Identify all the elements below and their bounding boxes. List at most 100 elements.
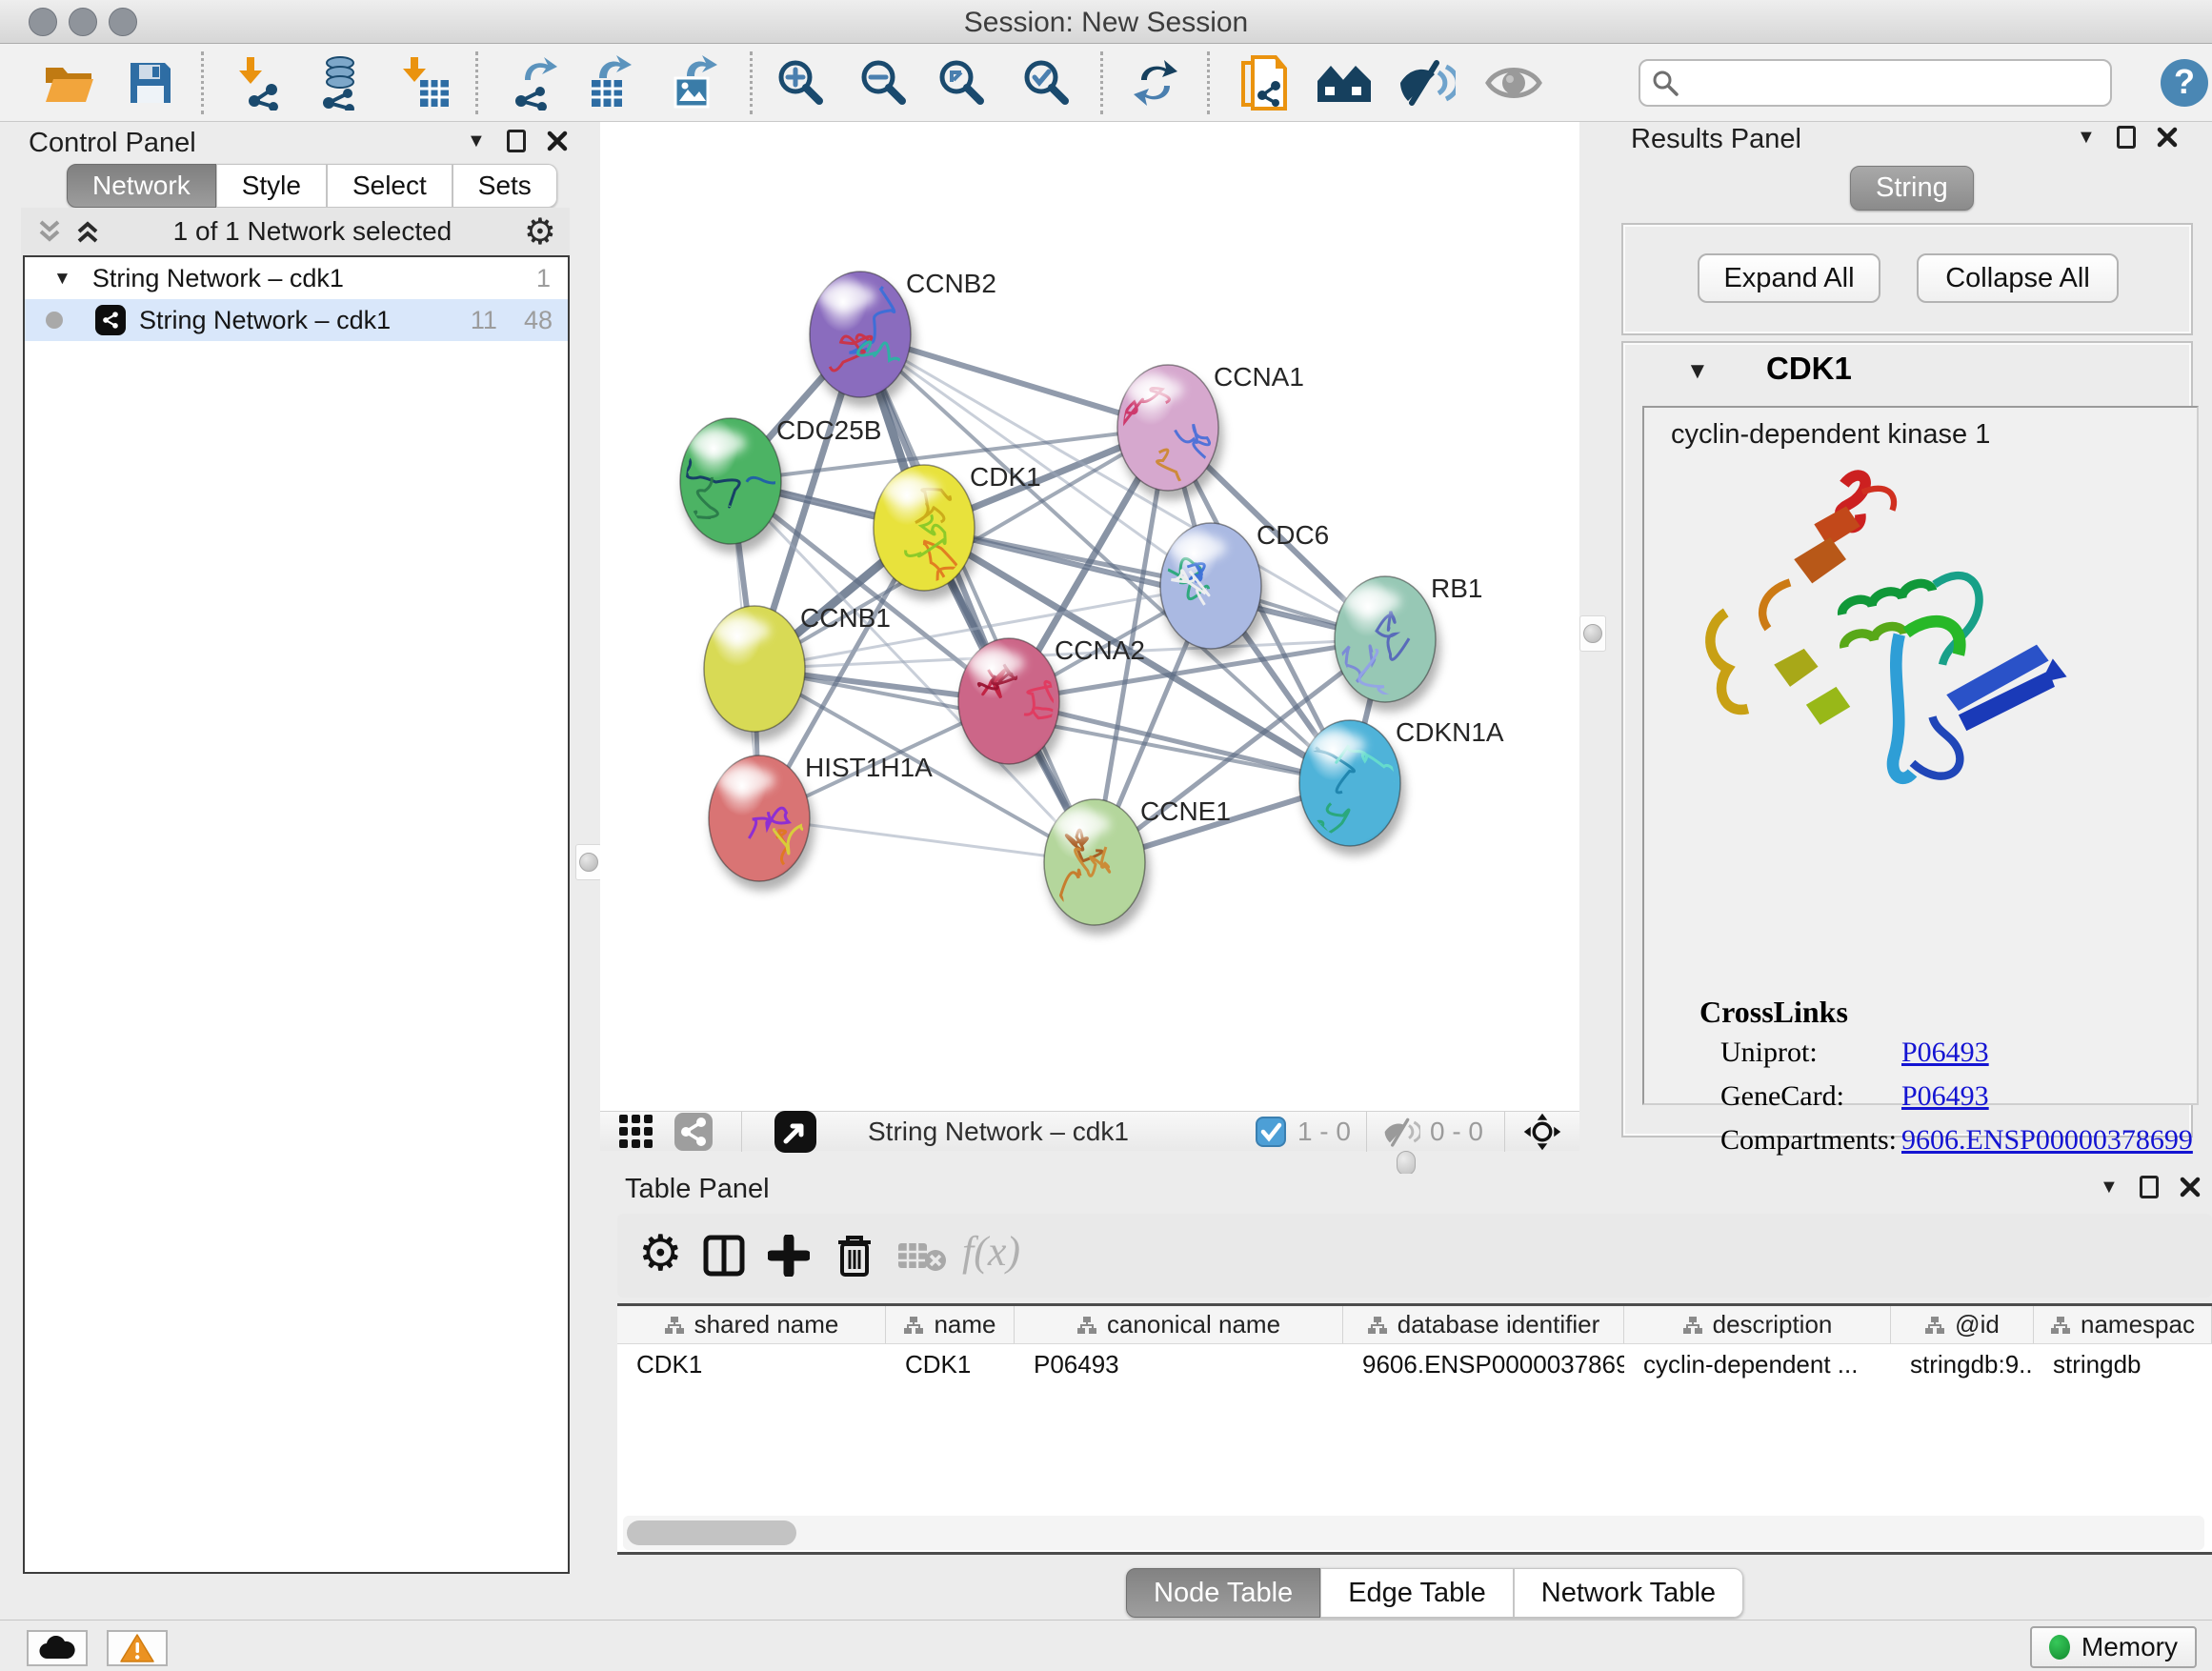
left-splitter-handle[interactable]	[575, 844, 602, 880]
close-panel-icon[interactable]	[2180, 1177, 2201, 1198]
table-toolbar: ⚙ f(x)	[617, 1214, 2212, 1298]
birdseye-view-icon[interactable]	[773, 1109, 818, 1155]
horizontal-scrollbar[interactable]	[623, 1516, 2204, 1550]
columns-icon[interactable]	[703, 1235, 745, 1277]
refresh-icon[interactable]	[1125, 52, 1186, 113]
svg-text:CDK1: CDK1	[970, 462, 1041, 492]
close-panel-icon[interactable]	[2157, 127, 2178, 148]
right-splitter-handle[interactable]	[1579, 615, 1606, 652]
search-input[interactable]	[1688, 68, 2110, 99]
collapse-collection-icon[interactable]: ▼	[53, 270, 71, 288]
column-header[interactable]: shared name	[617, 1306, 886, 1343]
crosslink-label: Uniprot:	[1720, 1037, 1901, 1069]
toolbar-separator	[1100, 51, 1103, 114]
expand-all-button[interactable]: Expand All	[1698, 253, 1880, 303]
delete-icon[interactable]	[835, 1233, 875, 1278]
svg-text:CCNE1: CCNE1	[1140, 796, 1231, 826]
crosslink-link[interactable]: 9606.ENSP00000378699	[1901, 1124, 2193, 1157]
crosslink-link[interactable]: P06493	[1901, 1080, 1989, 1113]
network-label: String Network – cdk1	[139, 306, 391, 335]
maximize-panel-icon[interactable]	[2140, 1176, 2159, 1198]
share-view-icon[interactable]	[673, 1111, 714, 1153]
tab-network-table[interactable]: Network Table	[1514, 1568, 1743, 1618]
zoom-selected-icon[interactable]	[1016, 52, 1077, 113]
import-network-icon[interactable]	[229, 52, 290, 113]
column-header[interactable]: name	[886, 1306, 1015, 1343]
collapse-gene-icon[interactable]: ▼	[1686, 360, 1709, 383]
zoom-out-icon[interactable]	[854, 52, 915, 113]
home-icon[interactable]	[1314, 52, 1375, 113]
maximize-panel-icon[interactable]	[2117, 126, 2136, 149]
network-selected-status: 1 of 1 Network selected	[101, 216, 524, 247]
crosslink-row: GeneCard:P06493	[1720, 1080, 1989, 1113]
tab-network[interactable]: Network	[67, 164, 216, 208]
tab-edge-table[interactable]: Edge Table	[1320, 1568, 1514, 1618]
warning-button[interactable]	[107, 1630, 168, 1666]
delete-table-icon[interactable]	[897, 1240, 947, 1273]
column-header[interactable]: @id	[1891, 1306, 2034, 1343]
collapse-all-button[interactable]: Collapse All	[1917, 253, 2119, 303]
zoom-fit-icon[interactable]	[932, 52, 993, 113]
selected-checkbox[interactable]	[1256, 1117, 1286, 1147]
collection-count: 1	[536, 264, 551, 293]
open-session-icon[interactable]	[38, 52, 99, 113]
zoom-in-icon[interactable]	[771, 52, 832, 113]
crosshair-icon[interactable]	[1522, 1112, 1562, 1152]
main-toolbar: ?	[0, 44, 2212, 122]
tab-node-table[interactable]: Node Table	[1126, 1568, 1320, 1618]
collapse-all-icon[interactable]	[36, 218, 63, 245]
hidden-eye-icon[interactable]	[1382, 1116, 1420, 1148]
import-network-from-database-icon[interactable]	[309, 52, 370, 113]
column-header[interactable]: canonical name	[1015, 1306, 1343, 1343]
maximize-panel-icon[interactable]	[507, 130, 526, 152]
expand-all-icon[interactable]	[74, 218, 101, 245]
float-panel-icon[interactable]: ▼	[2077, 128, 2096, 147]
crosslink-link[interactable]: P06493	[1901, 1037, 1989, 1069]
crosslinks-heading: CrossLinks	[1699, 995, 1848, 1030]
column-header[interactable]: namespac	[2034, 1306, 2212, 1343]
node-table[interactable]: shared namenamecanonical namedatabase id…	[617, 1303, 2212, 1555]
export-table-icon[interactable]	[581, 52, 642, 113]
table-cell: P06493	[1015, 1344, 1343, 1384]
control-panel-tabs: Network Style Select Sets	[67, 164, 557, 208]
svg-text:CCNA2: CCNA2	[1055, 635, 1145, 665]
search-field[interactable]	[1639, 59, 2112, 107]
save-session-icon[interactable]	[120, 52, 181, 113]
close-panel-icon[interactable]	[547, 131, 568, 151]
network-edge-count: 48	[524, 306, 553, 335]
memory-button[interactable]: Memory	[2030, 1626, 2197, 1668]
network-row[interactable]: String Network – cdk1 11 48	[25, 299, 568, 341]
gear-icon[interactable]: ⚙	[638, 1225, 683, 1282]
gear-icon[interactable]: ⚙	[524, 211, 556, 253]
network-canvas[interactable]: CCNB2CCNA1CDC25BCDK1CDC6RB1CCNB1CCNA2CDK…	[600, 122, 1579, 1111]
help-icon[interactable]: ?	[2154, 52, 2212, 113]
export-network-icon[interactable]	[503, 52, 564, 113]
bottom-splitter-handle[interactable]	[1397, 1151, 1416, 1176]
float-panel-icon[interactable]: ▼	[467, 131, 486, 151]
tab-style[interactable]: Style	[216, 164, 327, 208]
function-icon[interactable]: f(x)	[962, 1227, 1020, 1276]
tab-string[interactable]: String	[1850, 166, 1974, 211]
tab-select[interactable]: Select	[327, 164, 452, 208]
cloud-button[interactable]	[27, 1630, 88, 1666]
float-panel-icon[interactable]: ▼	[2100, 1178, 2119, 1197]
memory-label: Memory	[2081, 1632, 2178, 1662]
column-header[interactable]: description	[1624, 1306, 1891, 1343]
network-collection-row[interactable]: ▼ String Network – cdk1 1	[25, 257, 568, 299]
show-graphics-details-icon[interactable]	[1483, 52, 1544, 113]
toolbar-separator	[201, 51, 204, 114]
grid-view-icon[interactable]	[615, 1111, 657, 1153]
column-header[interactable]: database identifier	[1343, 1306, 1624, 1343]
import-table-icon[interactable]	[394, 52, 455, 113]
hide-graphics-details-icon[interactable]	[1397, 52, 1458, 113]
tab-sets[interactable]: Sets	[452, 164, 557, 208]
export-image-icon[interactable]	[663, 52, 724, 113]
share-document-icon[interactable]	[1234, 52, 1295, 113]
control-panel: Control Panel ▼ Network Style Select Set…	[0, 122, 600, 1618]
table-row[interactable]: CDK1CDK1P064939606.ENSP00000378699cyclin…	[617, 1344, 2212, 1384]
scrollbar-thumb[interactable]	[627, 1520, 796, 1545]
add-column-icon[interactable]	[768, 1235, 810, 1277]
network-view-title: String Network – cdk1	[868, 1117, 1129, 1147]
table-cell: CDK1	[886, 1344, 1015, 1384]
network-view[interactable]: CCNB2CCNA1CDC25BCDK1CDC6RB1CCNB1CCNA2CDK…	[600, 122, 1579, 1151]
